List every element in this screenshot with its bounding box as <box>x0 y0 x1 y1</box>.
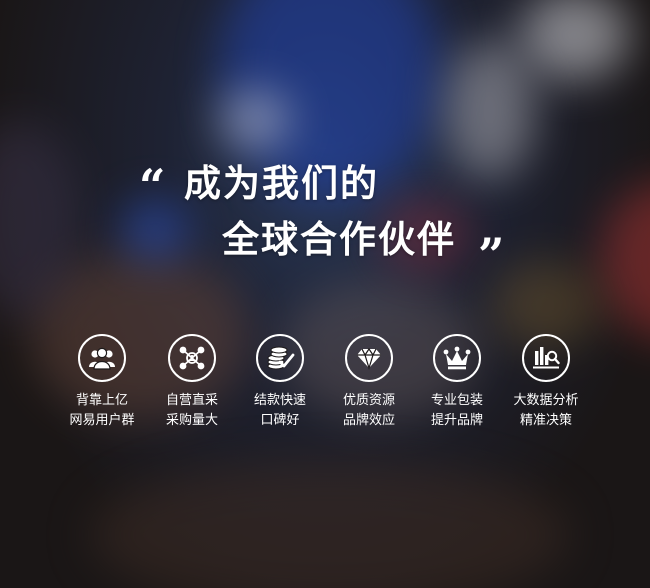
feature-subtitle: 采购量大 <box>165 413 218 428</box>
feature-item-packaging: 专业包装 提升品牌 <box>413 334 501 431</box>
network-icon <box>168 334 216 382</box>
feature-item-network: 自营直采 采购量大 <box>148 334 236 431</box>
feature-subtitle: 品牌效应 <box>342 413 395 428</box>
crown-icon <box>433 334 481 382</box>
feature-title: 背靠上亿 <box>75 393 128 408</box>
hero-banner: “ 成为我们的 全球合作伙伴 ” 背靠上亿 网易用户群 自营直采 采购量大 结款… <box>0 0 650 588</box>
feature-subtitle: 精准决策 <box>519 413 572 428</box>
background-light <box>445 40 535 180</box>
background-light <box>0 120 80 320</box>
feature-subtitle: 网易用户群 <box>69 413 135 428</box>
feature-item-payment: 结款快速 口碑好 <box>236 334 324 431</box>
feature-subtitle: 口碑好 <box>260 413 300 428</box>
feature-title: 专业包装 <box>430 393 483 408</box>
feature-item-users: 背靠上亿 网易用户群 <box>58 334 146 431</box>
diamond-icon <box>345 334 393 382</box>
headline-line-2: 全球合作伙伴 <box>222 218 456 261</box>
feature-item-brand: 优质资源 品牌效应 <box>325 334 413 431</box>
feature-title: 自营直采 <box>165 393 218 408</box>
headline-line-1: 成为我们的 <box>184 162 379 205</box>
background-light <box>220 90 290 150</box>
feature-title: 大数据分析 <box>513 393 579 408</box>
feature-title: 优质资源 <box>342 393 395 408</box>
feature-list: 背靠上亿 网易用户群 自营直采 采购量大 结款快速 口碑好 优质资源 品牌效应 … <box>58 334 598 444</box>
feature-title: 结款快速 <box>253 393 306 408</box>
background-light <box>520 0 630 80</box>
feature-item-analytics: 大数据分析 精准决策 <box>502 334 590 431</box>
coins-check-icon <box>256 334 304 382</box>
feature-subtitle: 提升品牌 <box>430 413 483 428</box>
close-quote-mark: ” <box>478 228 505 282</box>
chart-search-icon <box>522 334 570 382</box>
users-icon <box>78 334 126 382</box>
background-light <box>90 460 570 588</box>
open-quote-mark: “ <box>139 159 166 213</box>
background-light <box>600 180 650 340</box>
